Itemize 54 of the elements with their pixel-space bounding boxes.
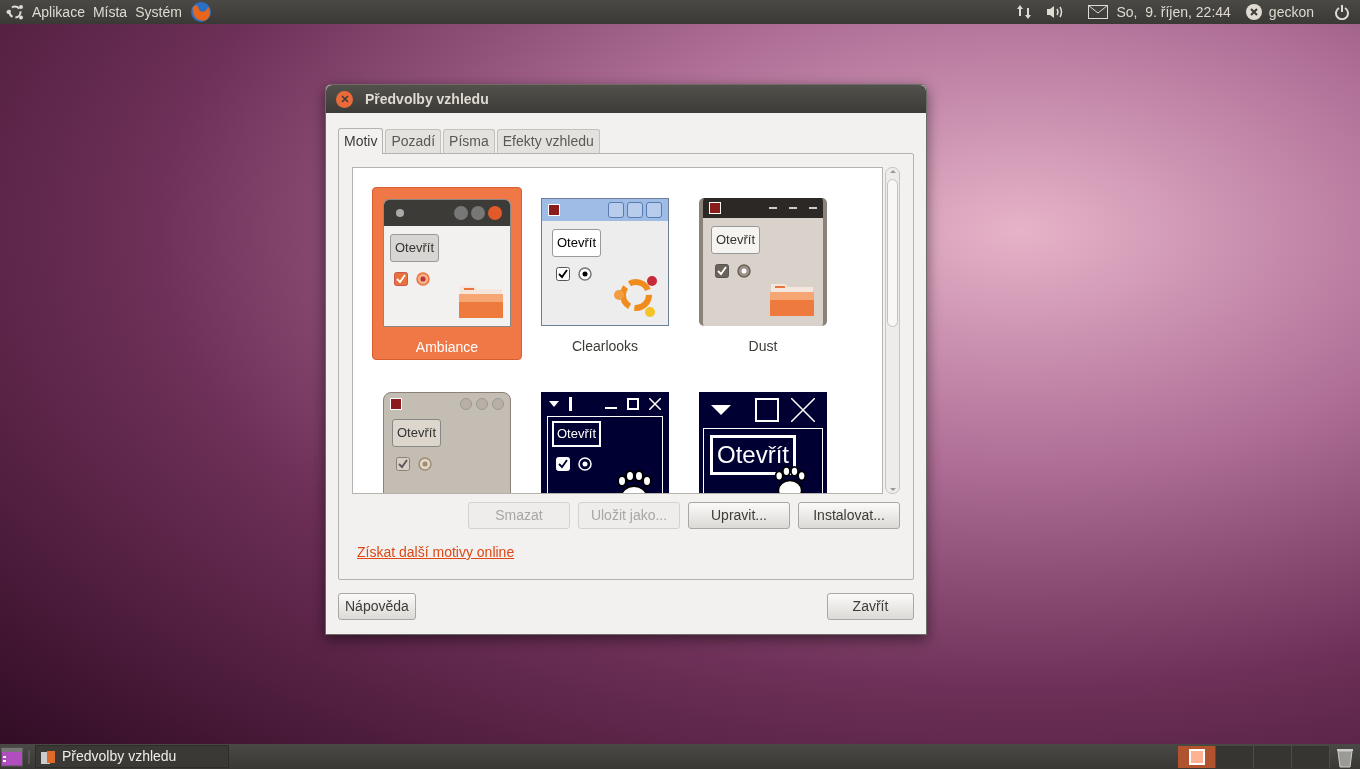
tab[interactable]: Efekty vzhledu <box>496 129 600 153</box>
scrollbar[interactable] <box>885 167 900 494</box>
mail-icon[interactable] <box>1088 5 1109 19</box>
power-icon[interactable] <box>1334 4 1350 20</box>
checkbox-icon <box>396 456 410 471</box>
panel-menu[interactable]: Systém <box>135 1 182 23</box>
tab[interactable]: Pozadí <box>385 129 442 153</box>
dialog-close-button[interactable]: Zavřít <box>827 593 914 620</box>
user-name[interactable]: geckon <box>1268 1 1314 23</box>
preview-button: Otevřít <box>552 421 601 447</box>
radio-icon <box>416 271 430 286</box>
preview-button: Otevřít <box>711 226 760 254</box>
radio-icon <box>578 456 592 471</box>
appearance-icon <box>40 748 56 765</box>
online-themes-link[interactable]: Získat další motivy online <box>357 542 515 563</box>
theme-name: Dust <box>748 337 778 356</box>
checkbox-icon <box>715 263 729 278</box>
window-thumbnail <box>1188 748 1205 765</box>
network-icon[interactable] <box>1016 4 1033 20</box>
action-button[interactable]: Instalovat... <box>798 502 900 529</box>
window-title: Předvolby vzhledu <box>365 89 489 109</box>
volume-icon[interactable] <box>1046 4 1065 20</box>
theme-item[interactable]: Otevřít <box>372 381 522 493</box>
preview-button: Otevřít <box>552 229 601 257</box>
scroll-thumb[interactable] <box>887 179 898 327</box>
show-desktop-icon[interactable] <box>1 745 23 768</box>
status-icon[interactable] <box>1244 3 1263 21</box>
ubuntu-logo-icon[interactable] <box>6 3 24 21</box>
panel-menu[interactable]: Aplikace <box>32 1 85 23</box>
checkbox-icon <box>394 271 408 286</box>
workspace[interactable] <box>1178 745 1216 768</box>
tab[interactable]: Motiv <box>338 128 384 154</box>
radio-icon <box>737 263 751 278</box>
checkbox-icon <box>556 456 570 471</box>
checkbox-icon <box>556 266 570 281</box>
close-button[interactable] <box>336 90 353 108</box>
panel-menu[interactable]: Místa <box>92 1 128 23</box>
action-button[interactable]: Upravit... <box>688 502 790 529</box>
browser-icon[interactable] <box>189 1 212 23</box>
preview-button: Otevřít <box>392 419 441 447</box>
theme-item[interactable]: Otevřít Ambiance <box>372 187 522 360</box>
theme-item[interactable]: Otevřít Clearlooks <box>530 187 680 360</box>
tab[interactable]: Písma <box>443 129 495 153</box>
theme-item[interactable]: Otevřít <box>530 381 680 493</box>
clock[interactable]: So, 9. říjen, 22:44 <box>1116 1 1231 23</box>
theme-name: Clearlooks <box>571 337 639 356</box>
taskbar-window-button[interactable]: Předvolby vzhledu <box>35 745 229 768</box>
theme-name: Ambiance <box>415 338 479 357</box>
preview-button: Otevřít <box>390 234 439 262</box>
theme-item[interactable]: Otevřít Dust <box>688 187 838 360</box>
radio-icon <box>578 266 592 281</box>
help-button[interactable]: Nápověda <box>338 593 416 620</box>
radio-icon <box>418 456 432 471</box>
theme-item[interactable]: Otevřít <box>688 381 838 493</box>
